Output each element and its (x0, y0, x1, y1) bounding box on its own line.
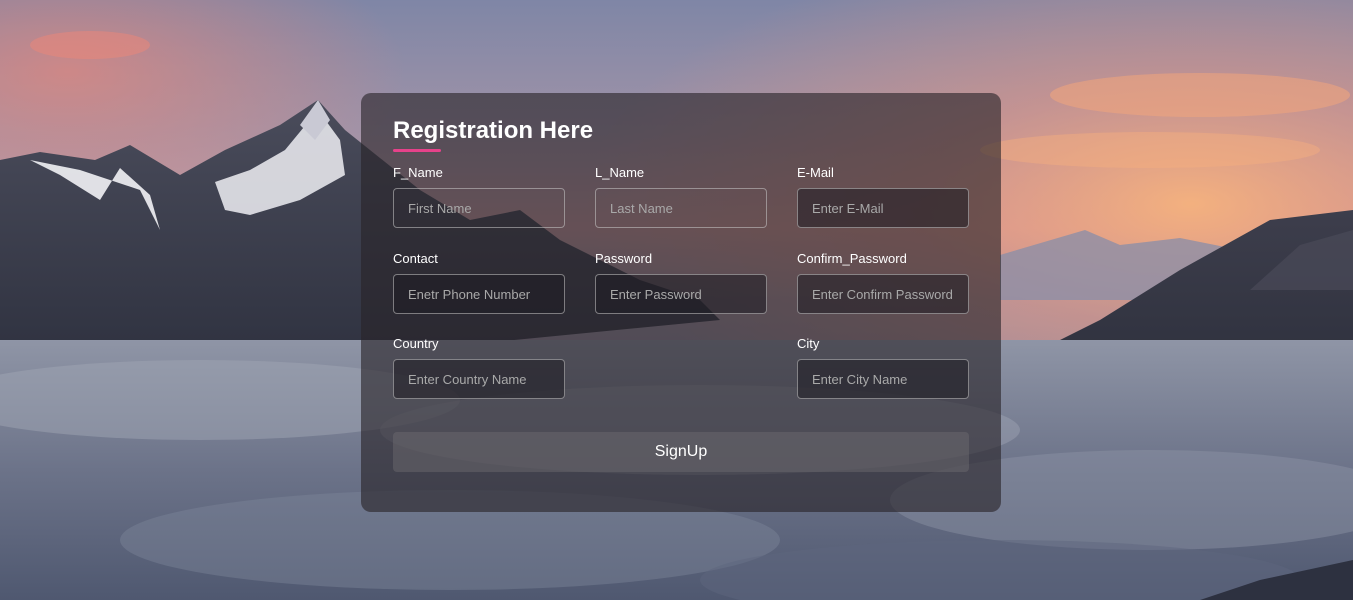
password-field-group: Password (595, 251, 767, 314)
confirm-password-label: Confirm_Password (797, 251, 907, 266)
contact-input[interactable] (393, 274, 565, 314)
first-name-field-group: F_Name (393, 165, 565, 228)
city-label: City (797, 336, 820, 351)
city-input[interactable] (797, 359, 969, 399)
first-name-input[interactable] (393, 188, 565, 228)
last-name-field-group: L_Name (595, 165, 767, 228)
city-field-group: City (797, 336, 969, 399)
signup-button[interactable]: SignUp (393, 432, 969, 472)
country-field-group: Country (393, 336, 565, 399)
password-label: Password (595, 251, 653, 266)
email-input[interactable] (797, 188, 969, 228)
confirm-password-input[interactable] (797, 274, 969, 314)
country-input[interactable] (393, 359, 565, 399)
last-name-label: L_Name (595, 165, 645, 180)
contact-field-group: Contact (393, 251, 565, 314)
registration-form-card: Registration Here F_Name L_Name E-Mail C… (361, 93, 1001, 512)
password-input[interactable] (595, 274, 767, 314)
title-underline-accent (393, 149, 441, 152)
email-field-group: E-Mail (797, 165, 969, 228)
form-title: Registration Here (393, 117, 594, 144)
country-label: Country (393, 336, 439, 351)
confirm-password-field-group: Confirm_Password (797, 251, 969, 314)
email-label: E-Mail (797, 165, 834, 180)
contact-label: Contact (393, 251, 438, 266)
first-name-label: F_Name (393, 165, 443, 180)
last-name-input[interactable] (595, 188, 767, 228)
